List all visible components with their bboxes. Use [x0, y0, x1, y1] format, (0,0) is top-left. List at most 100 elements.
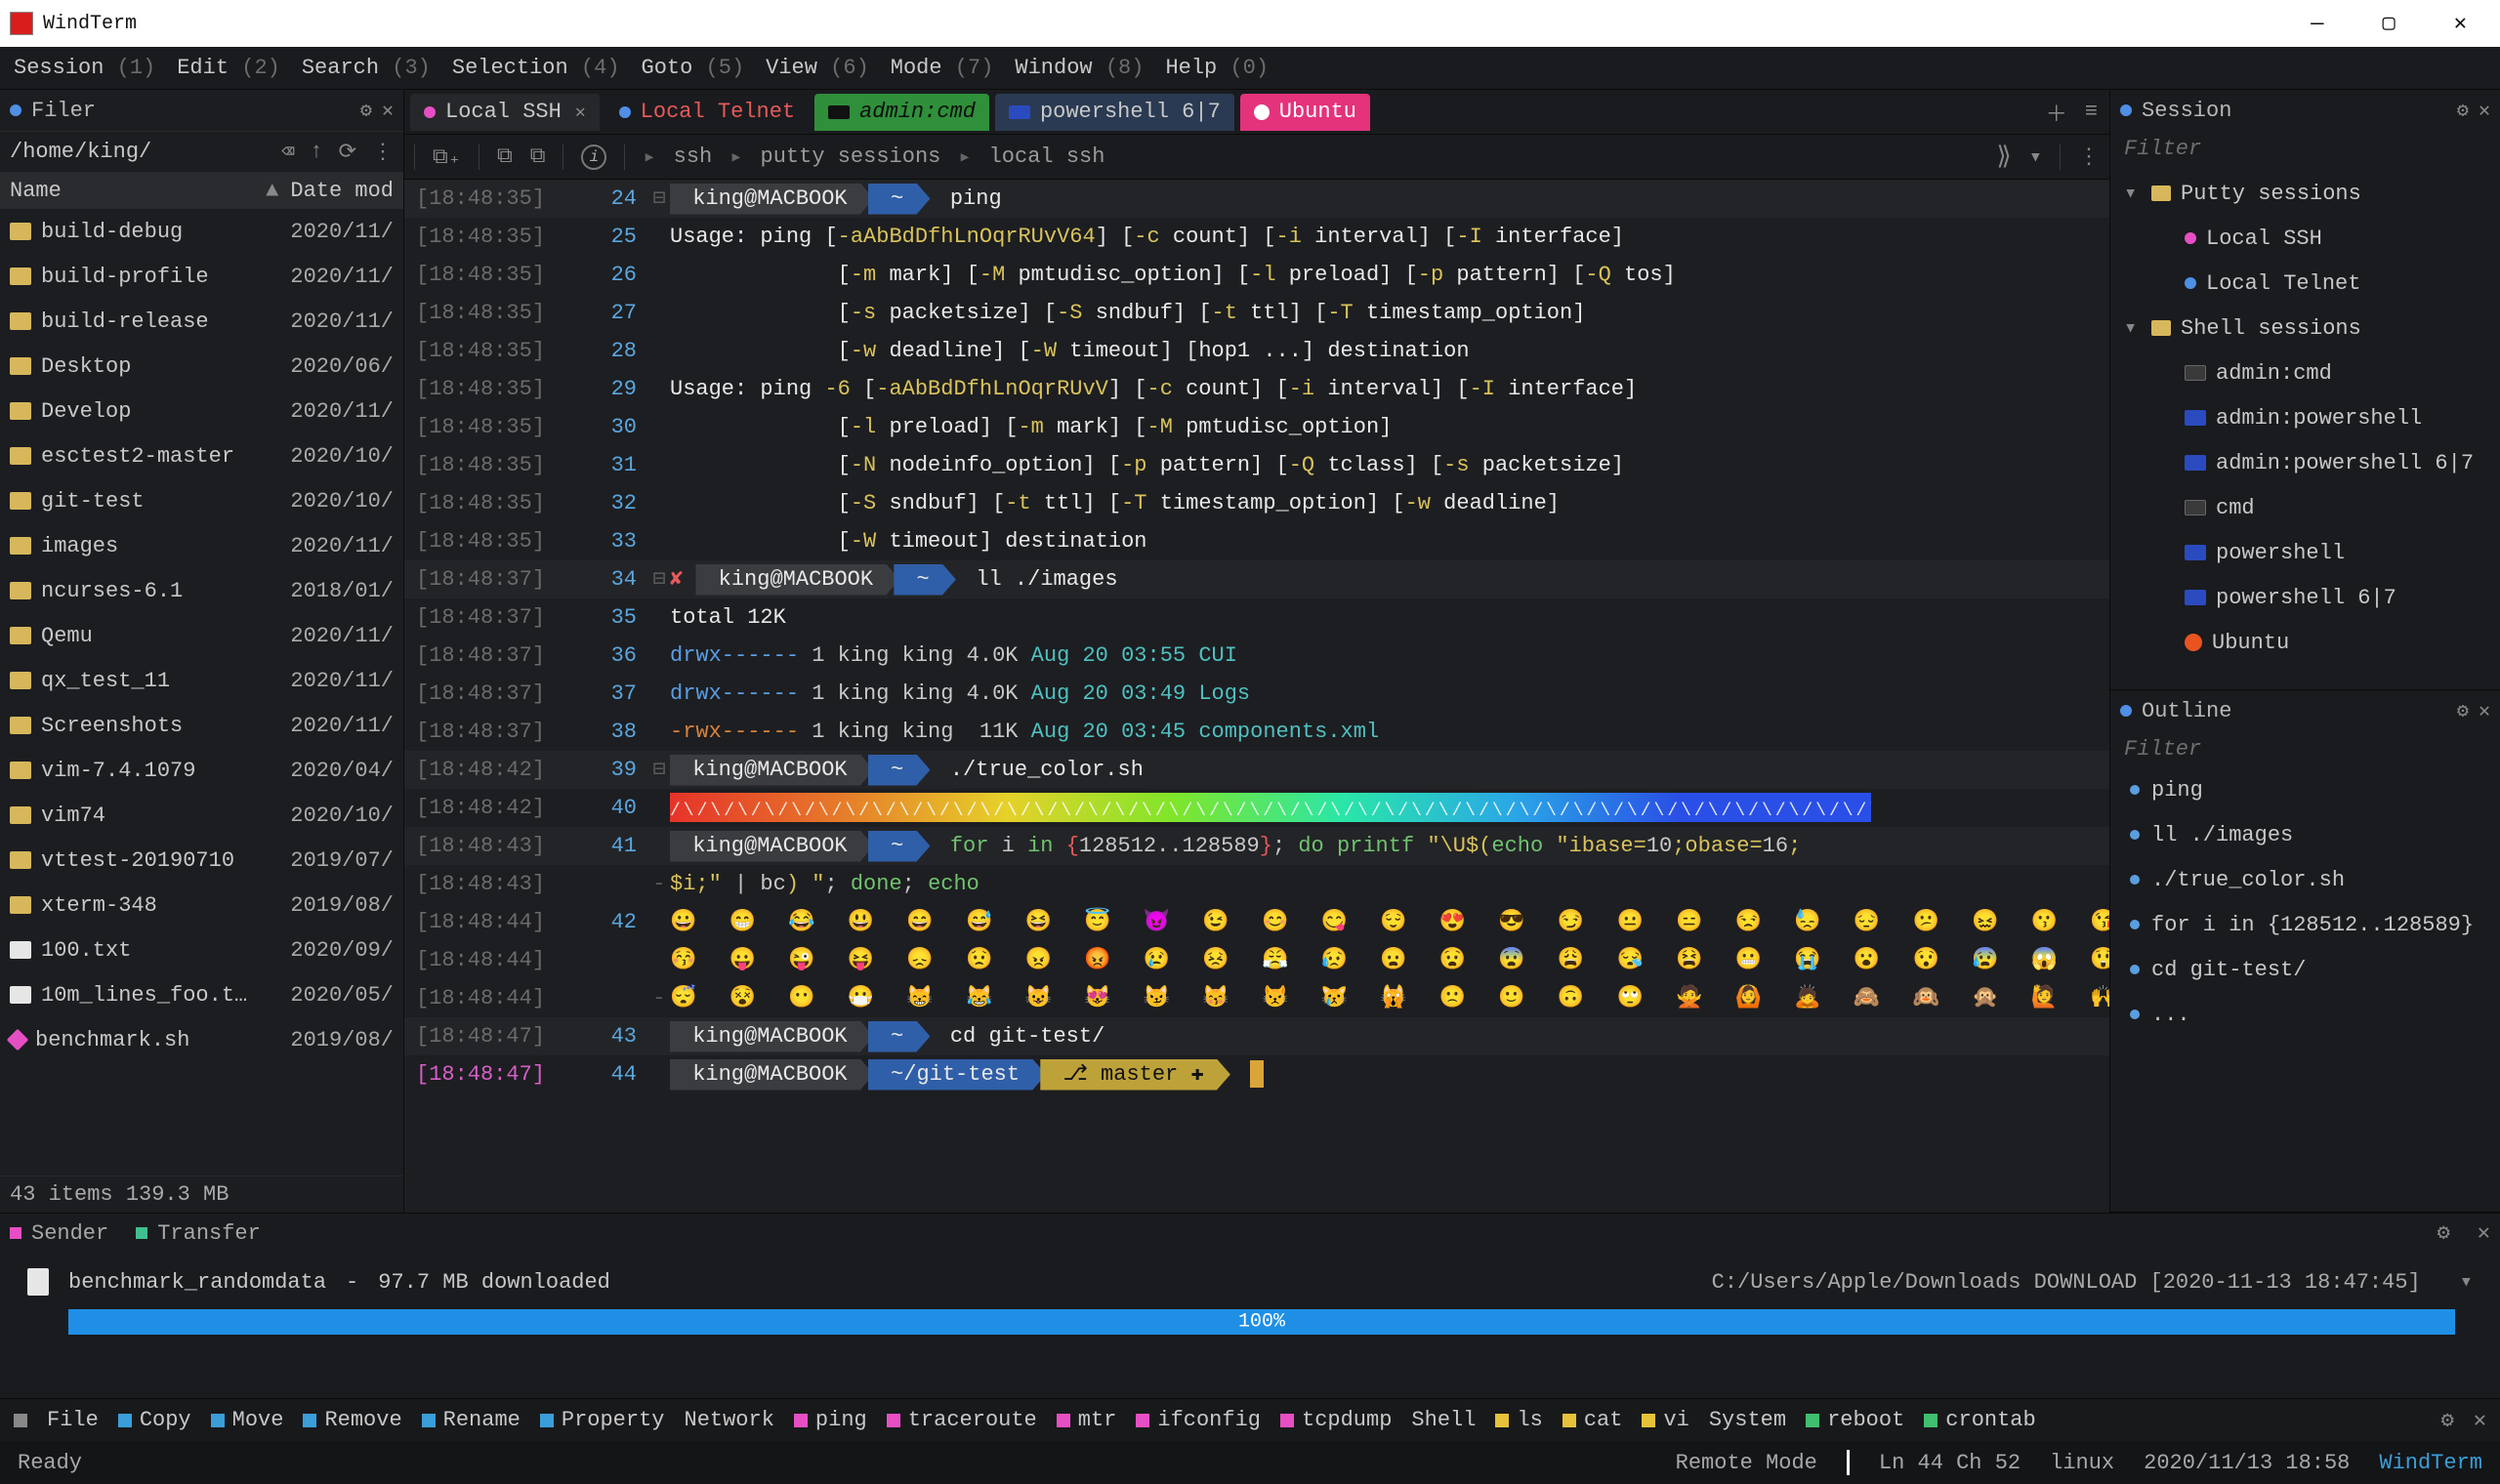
action-ls[interactable]: ls	[1495, 1408, 1542, 1432]
refresh-icon[interactable]: ⟳	[339, 140, 356, 165]
file-row[interactable]: 10m_lines_foo.t…2020/05/	[0, 972, 403, 1017]
new-tab-icon[interactable]: ＋	[2046, 97, 2067, 128]
action-remove[interactable]: Remove	[303, 1408, 401, 1432]
tab-local-telnet[interactable]: Local Telnet	[605, 94, 809, 131]
crumb-local[interactable]: local ssh	[989, 144, 1105, 169]
file-row[interactable]: vim742020/10/	[0, 793, 403, 838]
col-name[interactable]: Name	[10, 179, 260, 203]
session-item[interactable]: cmd	[2110, 485, 2500, 530]
action-rename[interactable]: Rename	[422, 1408, 521, 1432]
fold-gutter[interactable]: ⊟	[648, 751, 670, 789]
file-row[interactable]: git-test2020/10/	[0, 478, 403, 523]
action-mtr[interactable]: mtr	[1057, 1408, 1117, 1432]
maximize-button[interactable]: ▢	[2382, 12, 2395, 36]
outline-item[interactable]: cd git-test/	[2110, 947, 2500, 992]
session-item[interactable]: powershell	[2110, 530, 2500, 575]
outline-item[interactable]: ./true_color.sh	[2110, 857, 2500, 902]
dup-in-icon[interactable]: ⧉	[497, 144, 513, 169]
actionbar-settings-icon[interactable]: ⚙	[2441, 1408, 2454, 1433]
file-row[interactable]: vim-7.4.10792020/04/	[0, 748, 403, 793]
tab-local-ssh[interactable]: Local SSH✕	[410, 94, 600, 131]
outline-settings-icon[interactable]: ⚙	[2457, 698, 2469, 723]
action-file[interactable]: File	[47, 1408, 99, 1432]
terminal-more-icon[interactable]: ⋮	[2078, 144, 2100, 170]
dup-out-icon[interactable]: ⧉	[530, 144, 546, 169]
filer-settings-icon[interactable]: ⚙	[360, 98, 372, 123]
filer-path[interactable]: /home/king/	[10, 140, 266, 164]
bottom-settings-icon[interactable]: ⚙	[2438, 1220, 2450, 1246]
session-item[interactable]: admin:powershell	[2110, 395, 2500, 440]
menu-help[interactable]: Help (0)	[1165, 56, 1269, 80]
action-ifconfig[interactable]: ifconfig	[1136, 1408, 1261, 1432]
action-copy[interactable]: Copy	[118, 1408, 191, 1432]
session-filter[interactable]: Filter	[2110, 131, 2500, 167]
file-row[interactable]: esctest2-master2020/10/	[0, 433, 403, 478]
menu-mode[interactable]: Mode (7)	[891, 56, 994, 80]
minimize-button[interactable]: —	[2311, 12, 2323, 36]
session-item[interactable]: Ubuntu	[2110, 620, 2500, 665]
tab-powershell67[interactable]: powershell 6|7	[995, 94, 1234, 131]
action-tcpdump[interactable]: tcpdump	[1280, 1408, 1392, 1432]
session-item[interactable]: admin:cmd	[2110, 350, 2500, 395]
file-row[interactable]: Screenshots2020/11/	[0, 703, 403, 748]
outline-filter[interactable]: Filter	[2110, 731, 2500, 767]
tab-sender[interactable]: Sender	[10, 1221, 108, 1246]
tab-transfer[interactable]: Transfer	[136, 1221, 261, 1246]
file-row[interactable]: build-profile2020/11/	[0, 254, 403, 299]
outline-item[interactable]: ll ./images	[2110, 812, 2500, 857]
menu-selection[interactable]: Selection (4)	[452, 56, 620, 80]
more-icon[interactable]: ⋮	[372, 140, 394, 165]
terminal-view[interactable]: [18:48:35]24⊟ king@MACBOOK ~ ping[18:48:…	[404, 180, 2109, 1213]
collapse-breadcrumb-icon[interactable]: ⟫	[1996, 142, 2012, 172]
tab-admin-cmd[interactable]: admin:cmd	[814, 94, 989, 131]
outline-item[interactable]: ...	[2110, 992, 2500, 1037]
filer-close-icon[interactable]: ✕	[382, 98, 394, 123]
file-row[interactable]: vttest-201907102019/07/	[0, 838, 403, 883]
action-cat[interactable]: cat	[1562, 1408, 1623, 1432]
fold-gutter[interactable]: ⊟	[648, 560, 670, 598]
info-icon[interactable]: i	[581, 144, 606, 170]
menu-view[interactable]: View (6)	[766, 56, 869, 80]
menu-window[interactable]: Window (8)	[1015, 56, 1144, 80]
action-network[interactable]: Network	[685, 1408, 774, 1432]
tab-ubuntu[interactable]: Ubuntu	[1240, 94, 1370, 131]
session-settings-icon[interactable]: ⚙	[2457, 98, 2469, 123]
up-dir-icon[interactable]: ↑	[310, 140, 322, 164]
crumb-putty[interactable]: putty sessions	[761, 144, 941, 169]
file-row[interactable]: qx_test_112020/11/	[0, 658, 403, 703]
action-traceroute[interactable]: traceroute	[887, 1408, 1037, 1432]
menu-edit[interactable]: Edit (2)	[177, 56, 280, 80]
breadcrumb-dropdown-icon[interactable]: ▾	[2029, 144, 2042, 170]
session-item[interactable]: powershell 6|7	[2110, 575, 2500, 620]
file-row[interactable]: Qemu2020/11/	[0, 613, 403, 658]
clear-path-icon[interactable]: ⌫	[281, 140, 294, 165]
menu-search[interactable]: Search (3)	[302, 56, 431, 80]
file-row[interactable]: benchmark.sh2019/08/	[0, 1017, 403, 1062]
file-row[interactable]: ncurses-6.12018/01/	[0, 568, 403, 613]
action-reboot[interactable]: reboot	[1806, 1408, 1904, 1432]
session-group[interactable]: ▾Putty sessions	[2110, 171, 2500, 216]
session-item[interactable]: Local Telnet	[2110, 261, 2500, 306]
session-close-icon[interactable]: ✕	[2479, 98, 2490, 123]
transfer-expand-icon[interactable]: ▾	[2460, 1269, 2473, 1295]
menu-session[interactable]: Session (1)	[14, 56, 155, 80]
outline-item[interactable]: for i in {128512..128589}	[2110, 902, 2500, 947]
tabs-menu-icon[interactable]: ≡	[2085, 100, 2098, 124]
outline-item[interactable]: ping	[2110, 767, 2500, 812]
action-property[interactable]: Property	[540, 1408, 665, 1432]
action-shell[interactable]: Shell	[1411, 1408, 1476, 1432]
crumb-ssh[interactable]: ssh	[674, 144, 713, 169]
outline-close-icon[interactable]: ✕	[2479, 698, 2490, 723]
file-row[interactable]: xterm-3482019/08/	[0, 883, 403, 928]
col-date[interactable]: Date mod	[290, 179, 394, 203]
tab-close-icon[interactable]: ✕	[575, 102, 586, 123]
bottom-close-icon[interactable]: ✕	[2478, 1220, 2490, 1246]
action-ping[interactable]: ping	[794, 1408, 867, 1432]
action-move[interactable]: Move	[211, 1408, 284, 1432]
file-row[interactable]: Develop2020/11/	[0, 389, 403, 433]
file-row[interactable]: build-debug2020/11/	[0, 209, 403, 254]
menu-goto[interactable]: Goto (5)	[642, 56, 745, 80]
action-vi[interactable]: vi	[1642, 1408, 1688, 1432]
session-group[interactable]: ▾Shell sessions	[2110, 306, 2500, 350]
action-system[interactable]: System	[1709, 1408, 1786, 1432]
